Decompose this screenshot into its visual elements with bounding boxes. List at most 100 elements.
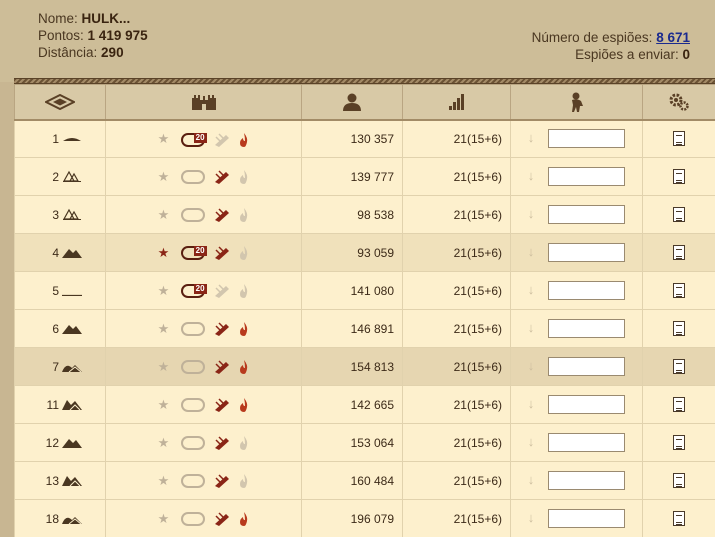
arrow-down-icon[interactable]: ↓ [528, 206, 535, 221]
col-points[interactable] [301, 84, 403, 121]
village-cell[interactable]: 11 [14, 385, 106, 424]
dove-report-icon[interactable] [180, 474, 205, 489]
report-document-icon[interactable] [673, 321, 685, 337]
arrow-down-icon[interactable]: ↓ [528, 244, 535, 259]
dove-report-icon[interactable] [180, 322, 205, 337]
ram-icon[interactable] [214, 398, 230, 413]
table-row[interactable]: 7 ★ 154 813 21(15+6) ↓ [14, 347, 715, 386]
arrow-down-icon[interactable]: ↓ [528, 282, 535, 297]
flame-icon[interactable] [239, 474, 249, 489]
favorite-star-icon[interactable]: ★ [158, 131, 170, 146]
spy-count-input[interactable] [548, 395, 626, 414]
flame-icon[interactable] [239, 512, 249, 527]
arrow-down-icon[interactable]: ↓ [528, 510, 535, 525]
table-row[interactable]: 5 ★ 20 141 080 21(15+6) ↓ [14, 271, 715, 310]
table-row[interactable]: 6 ★ 146 891 21(15+6) ↓ [14, 309, 715, 348]
favorite-star-icon[interactable]: ★ [158, 321, 170, 336]
village-cell[interactable]: 1 [14, 119, 106, 158]
table-row[interactable]: 3 ★ 98 538 21(15+6) ↓ [14, 195, 715, 234]
col-status[interactable] [105, 84, 302, 121]
ram-icon[interactable] [214, 133, 230, 147]
village-cell[interactable]: 6 [14, 309, 106, 348]
table-row[interactable]: 1 ★ 20 130 357 21(15+6) ↓ [14, 119, 715, 158]
flame-icon[interactable] [239, 170, 249, 185]
ram-icon[interactable] [214, 208, 230, 223]
col-village[interactable] [14, 84, 106, 121]
favorite-star-icon[interactable]: ★ [158, 283, 170, 298]
ram-icon[interactable] [214, 284, 230, 299]
flame-icon[interactable] [239, 360, 249, 375]
dove-report-icon[interactable]: 20 [180, 246, 207, 261]
dove-report-icon[interactable]: 20 [180, 284, 207, 299]
village-cell[interactable]: 7 [14, 347, 106, 386]
spy-count-input[interactable] [548, 243, 626, 262]
spy-count-input[interactable] [548, 433, 626, 452]
favorite-star-icon[interactable]: ★ [158, 245, 170, 260]
favorite-star-icon[interactable]: ★ [158, 473, 170, 488]
spy-count-input[interactable] [548, 319, 626, 338]
spy-count-link[interactable]: 8 671 [656, 30, 690, 45]
col-troops[interactable] [402, 84, 511, 121]
dove-report-icon[interactable] [180, 398, 205, 413]
table-row[interactable]: 18 ★ 196 079 21(15+6) ↓ [14, 499, 715, 537]
ram-icon[interactable] [214, 246, 230, 261]
favorite-star-icon[interactable]: ★ [158, 169, 170, 184]
ram-icon[interactable] [214, 436, 230, 451]
arrow-down-icon[interactable]: ↓ [528, 168, 535, 183]
report-document-icon[interactable] [673, 169, 685, 185]
flame-icon[interactable] [239, 246, 249, 261]
spy-count-input[interactable] [548, 167, 626, 186]
ram-icon[interactable] [214, 170, 230, 185]
flame-icon[interactable] [239, 322, 249, 337]
table-row[interactable]: 13 ★ 160 484 21(15+6) ↓ [14, 461, 715, 500]
flame-icon[interactable] [239, 132, 249, 147]
report-document-icon[interactable] [673, 245, 685, 261]
dove-report-icon[interactable] [180, 512, 205, 527]
favorite-star-icon[interactable]: ★ [158, 511, 170, 526]
dove-report-icon[interactable] [180, 170, 205, 185]
dove-report-icon[interactable] [180, 360, 205, 375]
village-cell[interactable]: 4 [14, 233, 106, 272]
report-document-icon[interactable] [673, 473, 685, 489]
favorite-star-icon[interactable]: ★ [158, 397, 170, 412]
flame-icon[interactable] [239, 398, 249, 413]
village-cell[interactable]: 2 [14, 157, 106, 196]
dove-report-icon[interactable] [180, 436, 205, 451]
arrow-down-icon[interactable]: ↓ [528, 434, 535, 449]
arrow-down-icon[interactable]: ↓ [528, 320, 535, 335]
dove-report-icon[interactable] [180, 208, 205, 223]
report-document-icon[interactable] [673, 207, 685, 223]
favorite-star-icon[interactable]: ★ [158, 359, 170, 374]
ram-icon[interactable] [214, 512, 230, 527]
flame-icon[interactable] [239, 436, 249, 451]
report-document-icon[interactable] [673, 131, 685, 147]
dove-report-icon[interactable]: 20 [180, 132, 207, 147]
table-row[interactable]: 11 ★ 142 665 21(15+6) ↓ [14, 385, 715, 424]
spy-count-input[interactable] [548, 205, 626, 224]
village-cell[interactable]: 13 [14, 461, 106, 500]
col-spies[interactable] [510, 84, 643, 121]
ram-icon[interactable] [214, 322, 230, 337]
village-cell[interactable]: 3 [14, 195, 106, 234]
spy-count-input[interactable] [548, 281, 626, 300]
table-row[interactable]: 2 ★ 139 777 21(15+6) ↓ [14, 157, 715, 196]
ram-icon[interactable] [214, 474, 230, 489]
report-document-icon[interactable] [673, 511, 685, 527]
spy-count-input[interactable] [548, 357, 626, 376]
report-document-icon[interactable] [673, 435, 685, 451]
arrow-down-icon[interactable]: ↓ [528, 130, 535, 145]
favorite-star-icon[interactable]: ★ [158, 207, 170, 222]
village-cell[interactable]: 5 [14, 271, 106, 310]
flame-icon[interactable] [239, 208, 249, 223]
table-row[interactable]: 12 ★ 153 064 21(15+6) ↓ [14, 423, 715, 462]
col-actions[interactable] [642, 84, 715, 121]
village-cell[interactable]: 12 [14, 423, 106, 462]
flame-icon[interactable] [239, 284, 249, 299]
report-document-icon[interactable] [673, 397, 685, 413]
table-row[interactable]: 4 ★ 20 93 059 21(15+6) ↓ [14, 233, 715, 272]
arrow-down-icon[interactable]: ↓ [528, 358, 535, 373]
village-cell[interactable]: 18 [14, 499, 106, 537]
spy-count-input[interactable] [548, 129, 626, 149]
ram-icon[interactable] [214, 360, 230, 375]
report-document-icon[interactable] [673, 359, 685, 375]
